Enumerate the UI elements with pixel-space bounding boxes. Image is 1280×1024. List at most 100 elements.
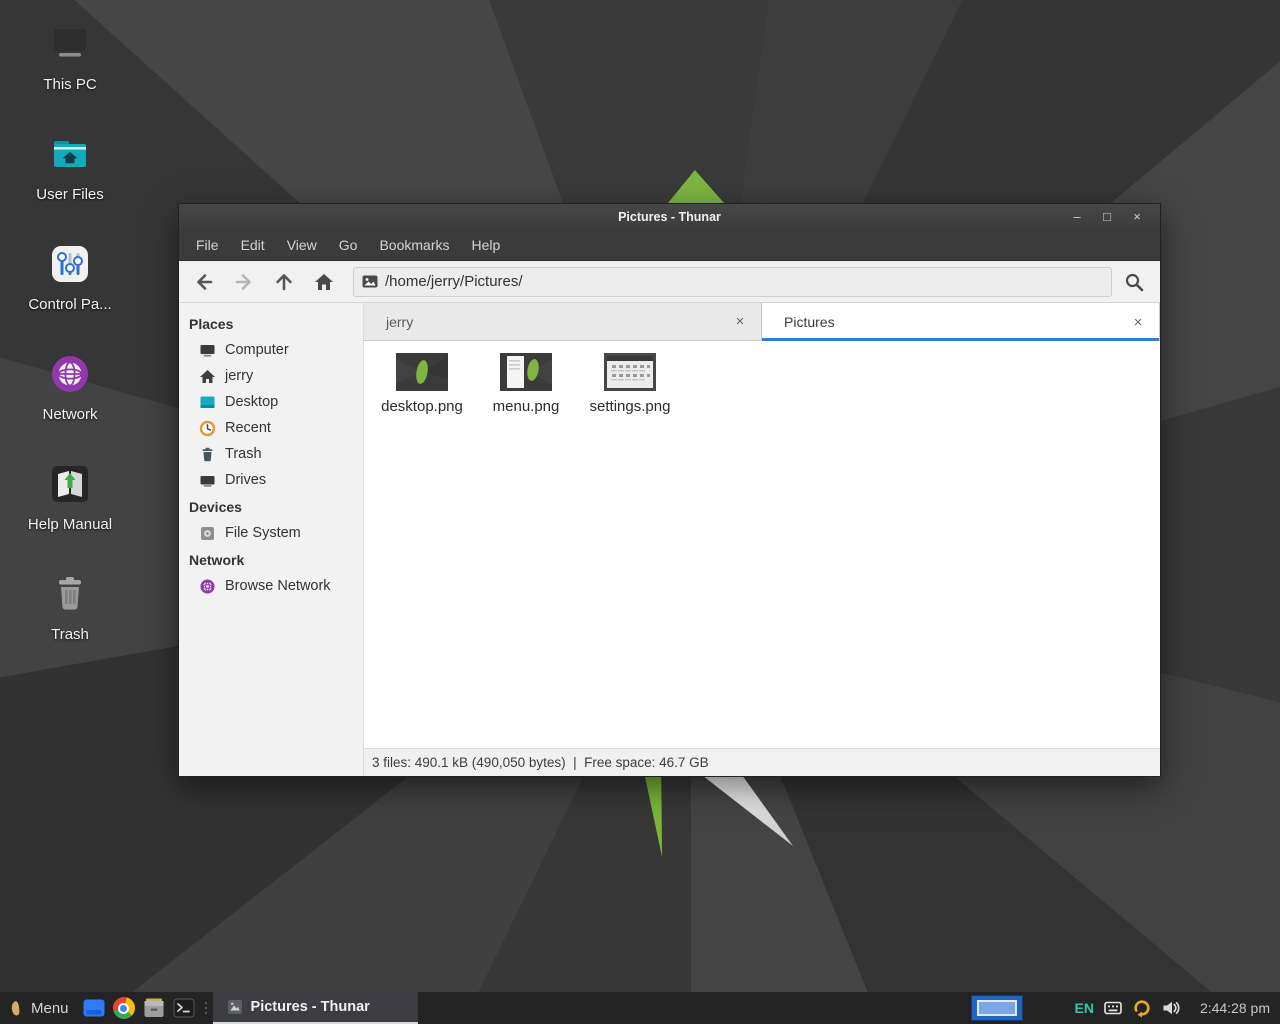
desktop-icon [199,394,216,411]
menu-label: Menu [31,1000,69,1017]
computer-icon [199,342,216,359]
desktop-icon-trash[interactable]: Trash [8,568,132,643]
start-menu-button[interactable]: Menu [0,992,79,1024]
drive-icon [199,472,216,489]
clock-icon [199,420,216,437]
sidebar-item-label: Browse Network [225,578,331,594]
mint-menu-icon [8,1000,24,1017]
sidebar-item-label: Recent [225,420,271,436]
volume-icon[interactable] [1162,1000,1180,1016]
window-icon [82,996,106,1020]
file-item-desktop-png[interactable]: desktop.png [374,351,470,415]
minimize-button[interactable]: – [1066,204,1088,229]
desktop-icon-help-manual[interactable]: Help Manual [8,458,132,533]
launcher-show-desktop[interactable] [79,992,109,1024]
taskbar: Menu Pictures - Thunar EN 2:44:28 pm [0,992,1280,1024]
network-globe-icon [8,348,132,400]
home-folder-icon [8,128,132,180]
window-title: Pictures - Thunar [179,210,1160,224]
forward-icon [233,271,255,293]
desktop-icon-user-files[interactable]: User Files [8,128,132,203]
keyboard-layout-indicator[interactable]: EN [1075,1000,1094,1016]
back-button[interactable] [185,265,223,299]
home-icon [313,271,335,293]
desktop-icon-control-panel[interactable]: Control Pa... [8,238,132,313]
task-label: Pictures - Thunar [251,999,370,1015]
tab-bar: jerry × Pictures × [364,303,1160,341]
sidebar-item-recent[interactable]: Recent [179,415,363,441]
clock[interactable]: 2:44:28 pm [1190,1000,1270,1016]
file-name: settings.png [590,398,671,415]
sidebar-item-label: jerry [225,368,253,384]
up-button[interactable] [265,265,303,299]
desktop-icon-network[interactable]: Network [8,348,132,423]
tab-close-icon[interactable]: × [1129,314,1147,331]
main-pane: jerry × Pictures × [364,303,1160,776]
menu-go[interactable]: Go [328,229,369,261]
path-text: /home/jerry/Pictures/ [385,273,523,290]
file-name: desktop.png [381,398,463,415]
file-item-menu-png[interactable]: menu.png [478,351,574,415]
sidebar-item-desktop[interactable]: Desktop [179,389,363,415]
sidebar-item-browse-network[interactable]: Browse Network [179,573,363,599]
control-panel-icon [8,238,132,290]
toolbar: /home/jerry/Pictures/ [179,261,1160,303]
menu-help[interactable]: Help [461,229,512,261]
menu-png-thumbnail [500,353,552,391]
search-button[interactable] [1114,265,1154,299]
sidebar-item-label: Computer [225,342,289,358]
update-manager-icon[interactable] [1132,998,1152,1018]
sidebar-item-home[interactable]: jerry [179,363,363,389]
desktop-png-thumbnail [396,353,448,391]
file-item-settings-png[interactable]: settings.png [582,351,678,415]
menu-edit[interactable]: Edit [230,229,276,261]
home-icon [199,368,216,385]
sidebar-item-label: Trash [225,446,262,462]
keyboard-icon[interactable] [1104,1000,1122,1016]
desktop-icon-label: Network [8,406,132,423]
network-header: Network [179,546,363,573]
home-button[interactable] [305,265,343,299]
desktop-icon-this-pc[interactable]: This PC [8,18,132,93]
chrome-icon [113,997,135,1019]
desktop-icon-label: User Files [8,186,132,203]
path-entry[interactable]: /home/jerry/Pictures/ [353,267,1112,297]
workspace-pager[interactable] [971,995,1023,1021]
menu-view[interactable]: View [276,229,328,261]
desktop-icon-label: Help Manual [8,516,132,533]
thunar-window: Pictures - Thunar – □ × File Edit View G… [178,203,1161,777]
desktop-icon-label: This PC [8,76,132,93]
pager-window-preview [977,1000,1017,1016]
maximize-button[interactable]: □ [1096,204,1118,229]
menu-bookmarks[interactable]: Bookmarks [368,229,460,261]
image-file-icon [362,275,378,288]
search-icon [1123,271,1145,293]
computer-icon [8,18,132,70]
sidebar-item-file-system[interactable]: File System [179,520,363,546]
trash-icon [8,568,132,620]
sidebar: Places Computer jerry Desktop Recent [179,303,364,776]
file-cabinet-icon [142,996,166,1020]
status-text: 3 files: 490.1 kB (490,050 bytes) | Free… [372,755,709,770]
sidebar-item-drives[interactable]: Drives [179,467,363,493]
places-header: Places [179,310,363,337]
close-button[interactable]: × [1126,204,1148,229]
tab-jerry[interactable]: jerry × [364,303,762,341]
system-tray: EN 2:44:28 pm [1075,998,1280,1018]
launcher-chrome[interactable] [109,992,139,1024]
sidebar-item-trash[interactable]: Trash [179,441,363,467]
titlebar[interactable]: Pictures - Thunar – □ × [179,204,1160,229]
desktop: This PC User Files Control Pa... Network… [0,0,1280,1024]
sidebar-item-computer[interactable]: Computer [179,337,363,363]
launcher-file-manager[interactable] [139,992,169,1024]
taskbar-window-button[interactable]: Pictures - Thunar [213,992,418,1024]
menu-file[interactable]: File [185,229,230,261]
file-view[interactable]: desktop.png menu.png [364,341,1160,748]
launcher-terminal[interactable] [169,992,199,1024]
tab-close-icon[interactable]: × [731,313,749,330]
forward-button[interactable] [225,265,263,299]
window-body: Places Computer jerry Desktop Recent [179,303,1160,776]
desktop-icon-label: Trash [8,626,132,643]
menubar: File Edit View Go Bookmarks Help [179,229,1160,261]
tab-pictures[interactable]: Pictures × [762,303,1160,341]
